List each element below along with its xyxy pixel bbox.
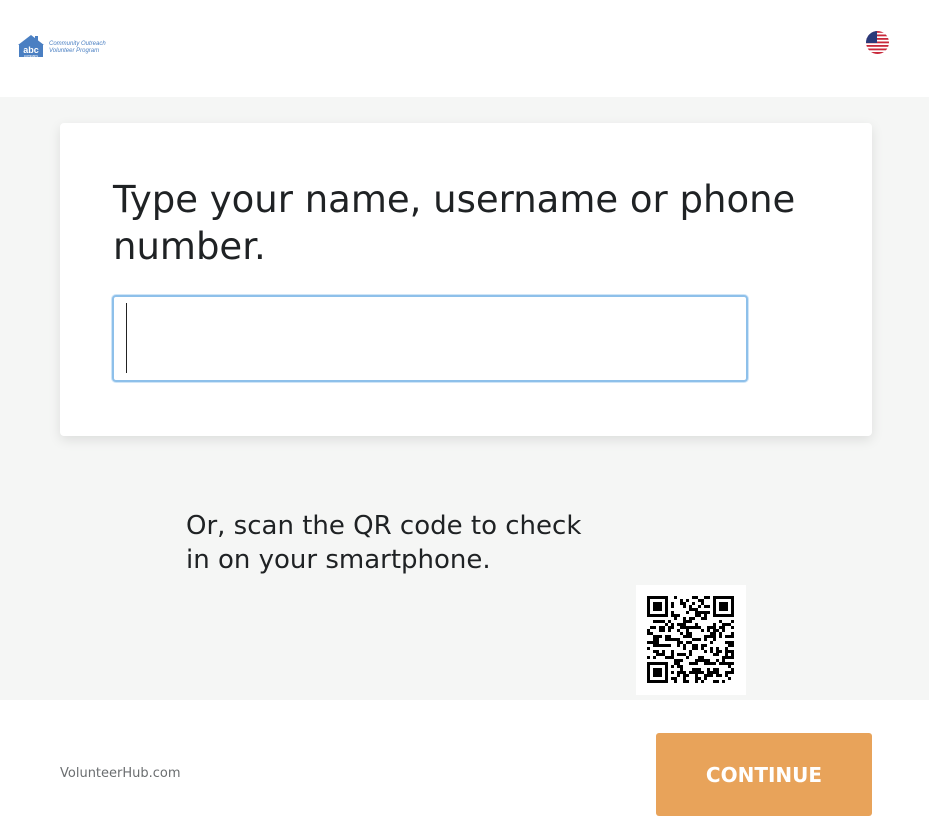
footer: VolunteerHub.com CONTINUE	[0, 700, 929, 833]
logo-sub: company	[24, 54, 38, 58]
text-caret	[126, 303, 127, 373]
volunteerhub-link[interactable]: VolunteerHub.com	[60, 766, 181, 781]
qr-instructions: Or, scan the QR code to check in on your…	[186, 511, 582, 575]
check-in-card: Type your name, username or phone number…	[60, 123, 872, 436]
name-input-wrapper	[112, 295, 748, 382]
org-name-line1: Community Outreach	[49, 41, 106, 47]
org-name: Community Outreach Volunteer Program	[49, 41, 106, 55]
qr-code-icon	[636, 585, 746, 695]
continue-button[interactable]: CONTINUE	[656, 733, 872, 816]
header: abc company Community Outreach Volunteer…	[0, 0, 929, 97]
org-logo[interactable]: abc company Community Outreach Volunteer…	[16, 34, 121, 58]
house-logo-icon: abc company	[18, 35, 44, 58]
org-name-line2: Volunteer Program	[49, 48, 100, 54]
us-flag-icon	[866, 31, 889, 54]
language-selector[interactable]	[866, 31, 889, 54]
card-title: Type your name, username or phone number…	[113, 178, 796, 268]
name-username-phone-input[interactable]	[112, 295, 748, 382]
qr-code	[636, 585, 746, 695]
main-area: Type your name, username or phone number…	[0, 97, 929, 700]
